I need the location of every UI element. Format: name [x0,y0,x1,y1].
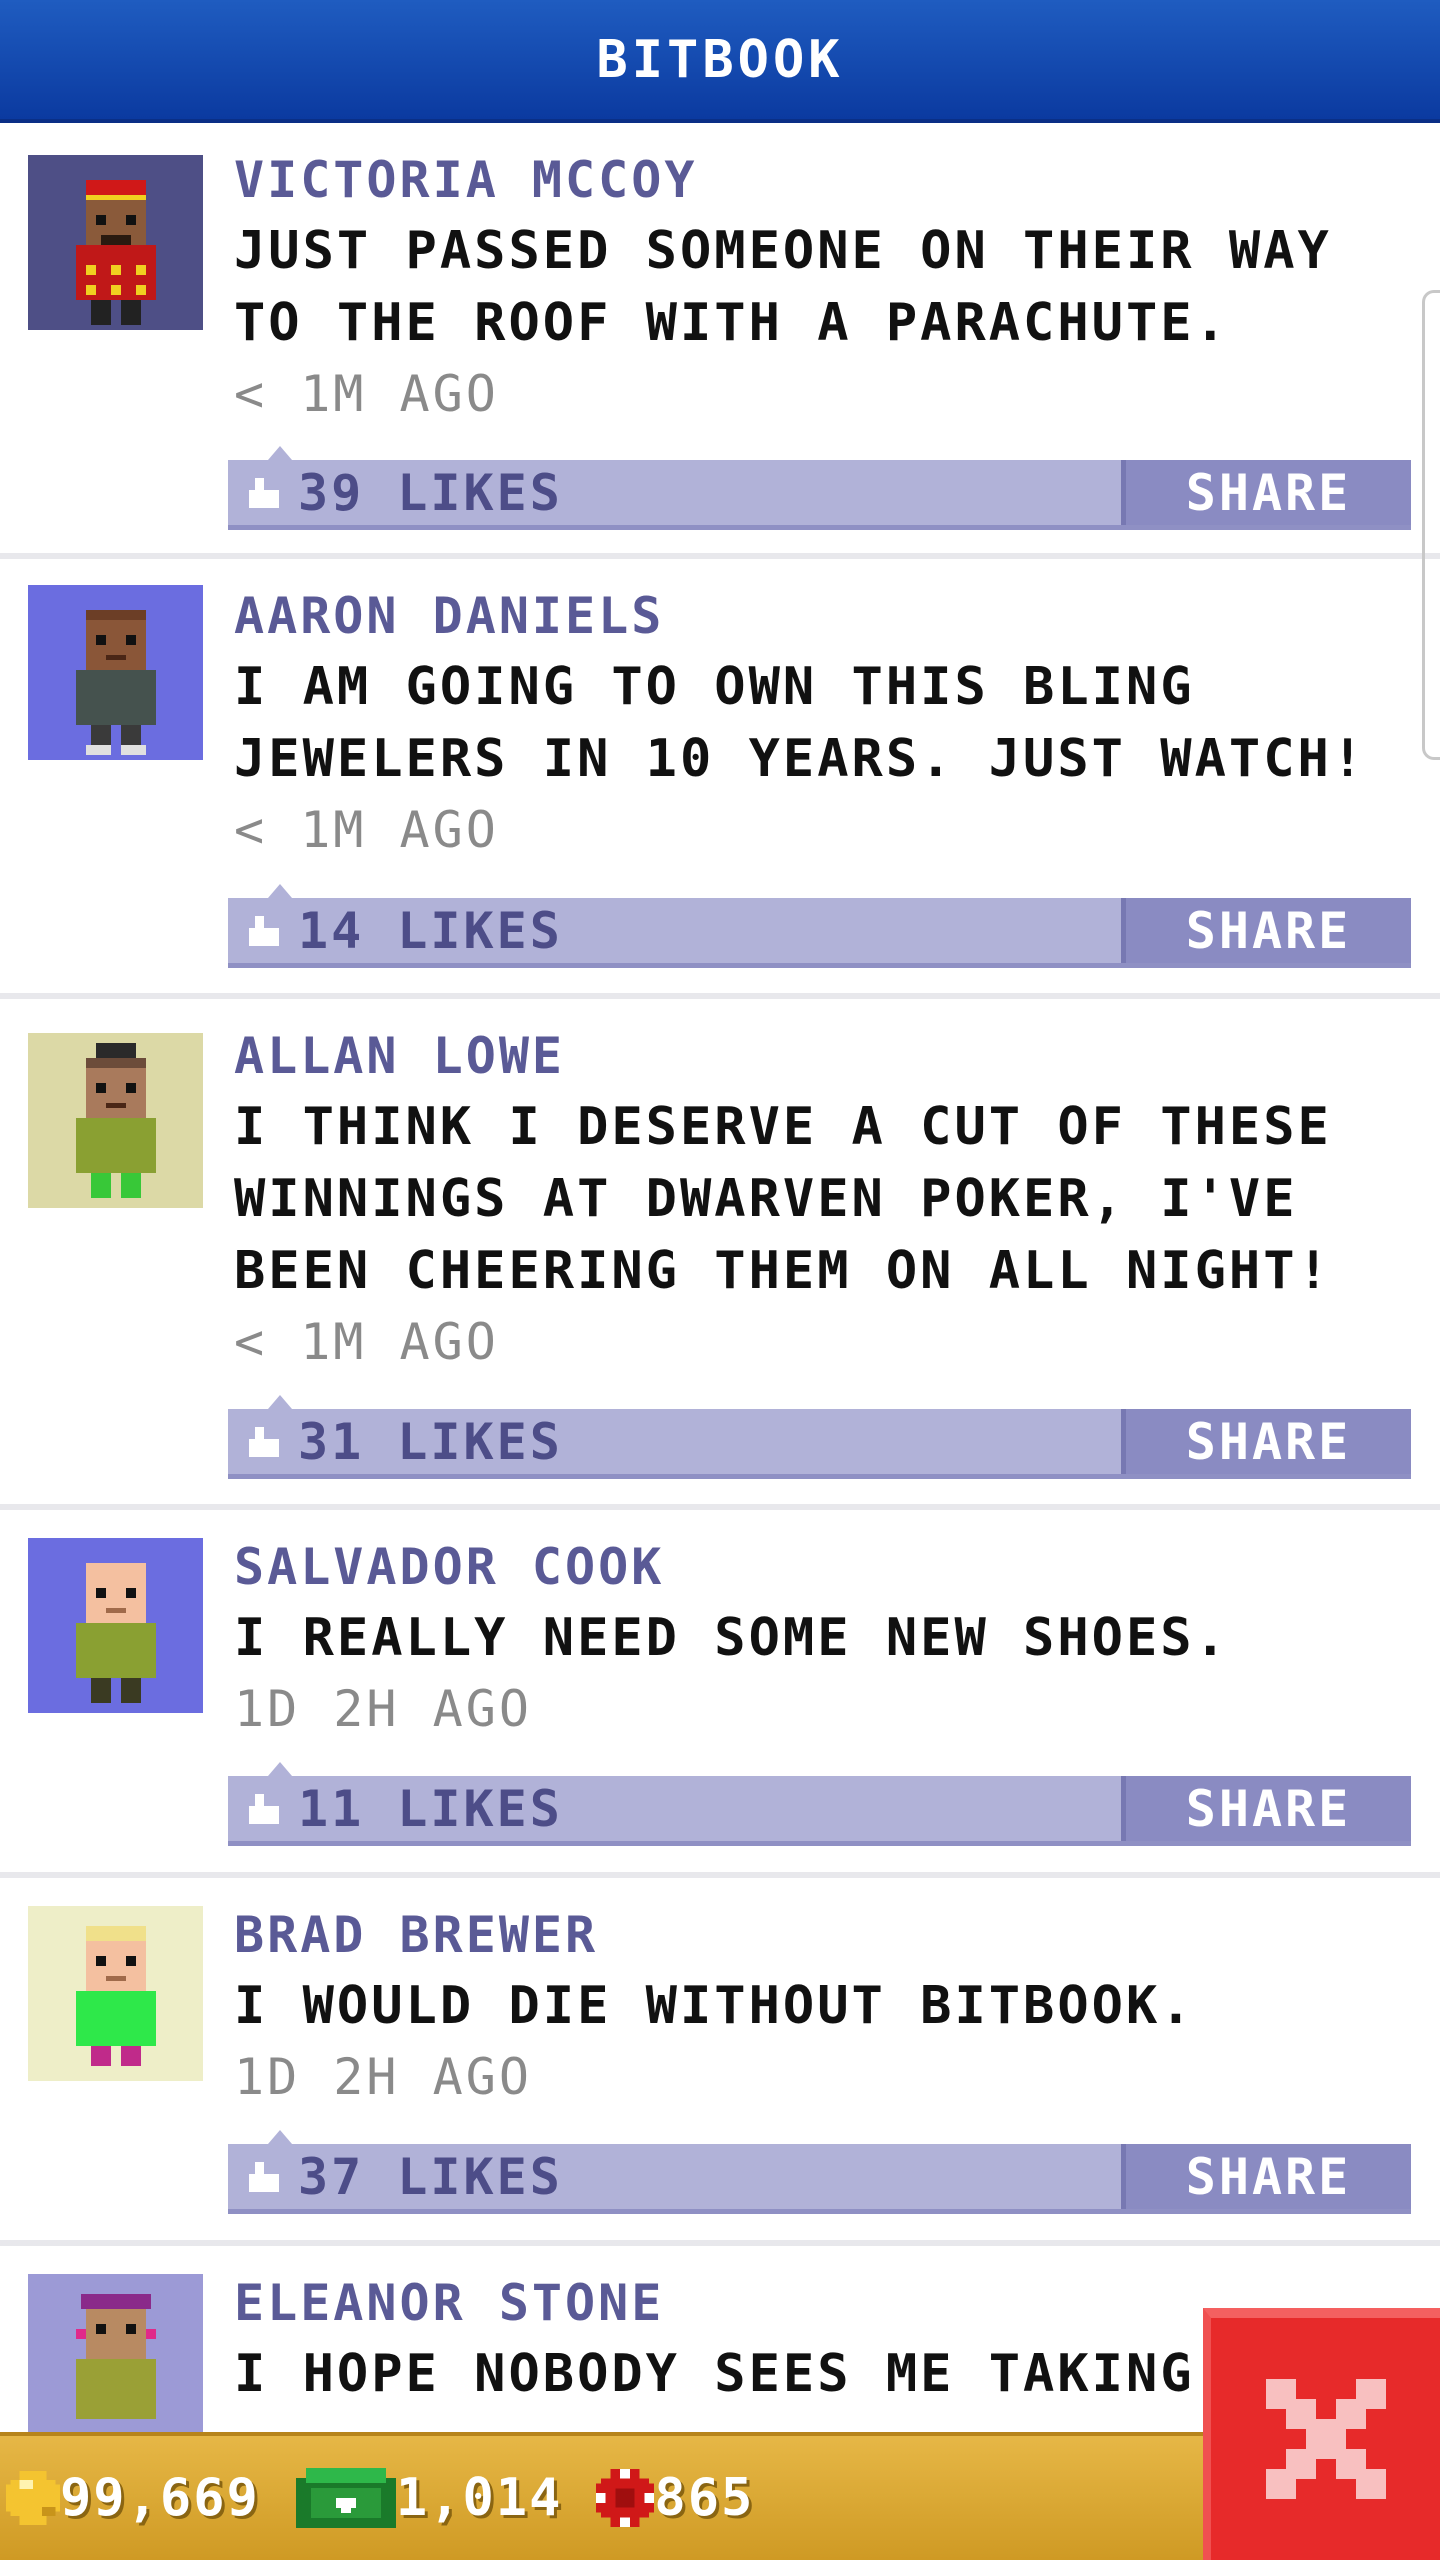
avatar [28,585,203,760]
like-bar: 31 LIKES SHARE [228,1395,1411,1479]
post-message: JUST PASSED SOMEONE ON THEIR WAY TO THE … [234,221,1332,353]
chips-stat: 865 [568,2468,754,2528]
feed-post: AARON DANIELS I AM GOING TO OWN THIS BLI… [0,559,1440,993]
post-content: BRAD BREWER I WOULD DIE WITHOUT BITBOOK.… [234,1900,1440,2112]
app-header: BITBOOK [0,0,1440,123]
thumbs-up-icon[interactable] [244,1422,284,1462]
post-content: SALVADOR COOK I REALLY NEED SOME NEW SHO… [234,1532,1440,1744]
feed-post: SALVADOR COOK I REALLY NEED SOME NEW SHO… [0,1510,1440,1872]
post-message: I WOULD DIE WITHOUT BITBOOK. [234,1976,1195,2036]
chips-value: 865 [654,2468,755,2528]
bux-stat: 1,014 [266,2468,563,2528]
news-feed[interactable]: VICTORIA MCCOY JUST PASSED SOMEONE ON TH… [0,123,1440,2546]
post-timestamp: < 1M AGO [234,801,499,859]
post-content: VICTORIA MCCOY JUST PASSED SOMEONE ON TH… [234,145,1440,429]
post-timestamp: < 1M AGO [234,365,499,423]
share-button[interactable]: SHARE [1121,898,1411,963]
post-message: I REALLY NEED SOME NEW SHOES. [234,1608,1229,1668]
avatar [28,2274,203,2449]
thumbs-up-icon[interactable] [244,473,284,513]
post-author[interactable]: ALLAN LOWE [234,1021,1440,1091]
post-message: I AM GOING TO OWN THIS BLING JEWELERS IN… [234,657,1367,789]
feed-post: ALLAN LOWE I THINK I DESERVE A CUT OF TH… [0,999,1440,1504]
coins-stat: 99,669 [6,2468,260,2528]
post-author[interactable]: BRAD BREWER [234,1900,1440,1970]
like-bar: 14 LIKES SHARE [228,884,1411,968]
like-bar: 37 LIKES SHARE [228,2130,1411,2214]
share-button[interactable]: SHARE [1121,460,1411,525]
post-timestamp: < 1M AGO [234,1313,499,1371]
gold-coin-icon [6,2471,60,2525]
avatar [28,1906,203,2081]
post-author[interactable]: SALVADOR COOK [234,1532,1440,1602]
share-button[interactable]: SHARE [1121,1776,1411,1841]
close-button[interactable] [1203,2308,1440,2560]
post-author[interactable]: VICTORIA MCCOY [234,145,1440,215]
close-icon [1265,2379,1386,2499]
post-content: ALLAN LOWE I THINK I DESERVE A CUT OF TH… [234,1021,1440,1377]
post-content: AARON DANIELS I AM GOING TO OWN THIS BLI… [234,581,1440,865]
thumbs-up-icon[interactable] [244,911,284,951]
avatar [28,1033,203,1208]
avatar [28,1538,203,1713]
post-message: I THINK I DESERVE A CUT OF THESE WINNING… [234,1097,1332,1301]
like-bar: 39 LIKES SHARE [228,446,1411,530]
bux-value: 1,014 [395,2468,563,2528]
coins-value: 99,669 [60,2468,260,2528]
like-count: 14 LIKES [298,901,563,960]
post-timestamp: 1D 2H AGO [234,2048,532,2106]
avatar [28,155,203,330]
like-count: 11 LIKES [298,1779,563,1838]
share-button[interactable]: SHARE [1121,1409,1411,1474]
bitbux-icon [295,2468,396,2528]
feed-post: VICTORIA MCCOY JUST PASSED SOMEONE ON TH… [0,123,1440,553]
thumbs-up-icon[interactable] [244,1789,284,1829]
feed-post: BRAD BREWER I WOULD DIE WITHOUT BITBOOK.… [0,1878,1440,2240]
like-bar: 11 LIKES SHARE [228,1762,1411,1846]
page-title: BITBOOK [596,29,844,90]
like-count: 39 LIKES [298,463,563,522]
like-count: 37 LIKES [298,2147,563,2206]
share-button[interactable]: SHARE [1121,2144,1411,2209]
scrollbar[interactable] [1422,290,1440,760]
post-author[interactable]: AARON DANIELS [234,581,1440,651]
post-timestamp: 1D 2H AGO [234,1680,532,1738]
like-count: 31 LIKES [298,1412,563,1471]
thumbs-up-icon[interactable] [244,2157,284,2197]
poker-chip-icon [596,2469,655,2527]
